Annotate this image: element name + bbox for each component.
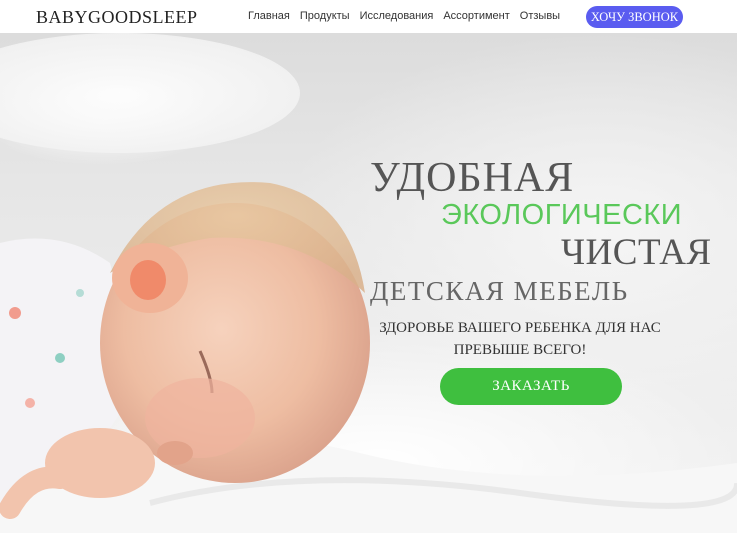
headline-line-1: УДОБНАЯ [370, 155, 575, 201]
main-nav: Главная Продукты Исследования Ассортимен… [248, 10, 560, 22]
hero-section: УДОБНАЯ ЭКОЛОГИЧЕСКИ ЧИСТАЯ ДЕТСКАЯ МЕБЕ… [0, 33, 737, 533]
nav-item-assortment[interactable]: Ассортимент [443, 10, 509, 22]
order-button[interactable]: ЗАКАЗАТЬ [440, 368, 622, 405]
nav-item-home[interactable]: Главная [248, 10, 290, 22]
site-header: BABYGOODSLEEP Главная Продукты Исследова… [0, 0, 737, 33]
nav-item-products[interactable]: Продукты [300, 10, 350, 22]
logo[interactable]: BABYGOODSLEEP [36, 7, 198, 28]
call-request-button[interactable]: ХОЧУ ЗВОНОК [586, 6, 683, 28]
nav-item-research[interactable]: Исследования [360, 10, 434, 22]
hero-subtitle-line-2: ПРЕВЫШЕ ВСЕГО! [453, 342, 587, 358]
hero-subtitle-line-1: ЗДОРОВЬЕ ВАШЕГО РЕБЕНКА ДЛЯ НАС [379, 320, 661, 336]
nav-item-reviews[interactable]: Отзывы [520, 10, 560, 22]
headline-line-3: ЧИСТАЯ [561, 232, 712, 273]
hero-subtitle: ЗДОРОВЬЕ ВАШЕГО РЕБЕНКА ДЛЯ НАС ПРЕВЫШЕ … [370, 317, 670, 361]
headline-line-2: ЭКОЛОГИЧЕСКИ [441, 199, 683, 231]
headline-line-4: ДЕТСКАЯ МЕБЕЛЬ [370, 276, 629, 306]
